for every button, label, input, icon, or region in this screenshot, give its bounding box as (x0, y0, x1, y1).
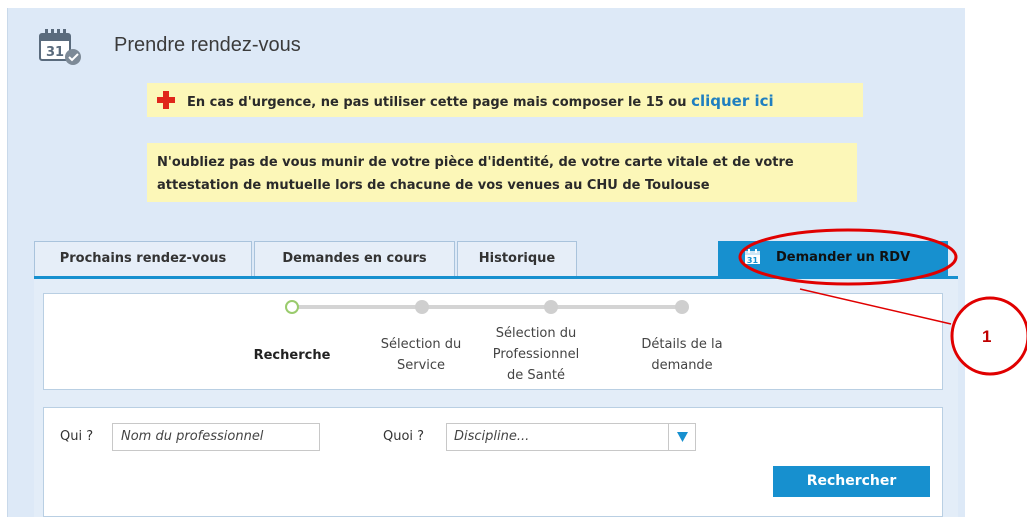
annotation-ellipse (738, 228, 958, 286)
annotation-pointer-line (799, 288, 952, 325)
annotation-overlay (738, 228, 1027, 376)
annotation-number: 1 (982, 327, 992, 346)
